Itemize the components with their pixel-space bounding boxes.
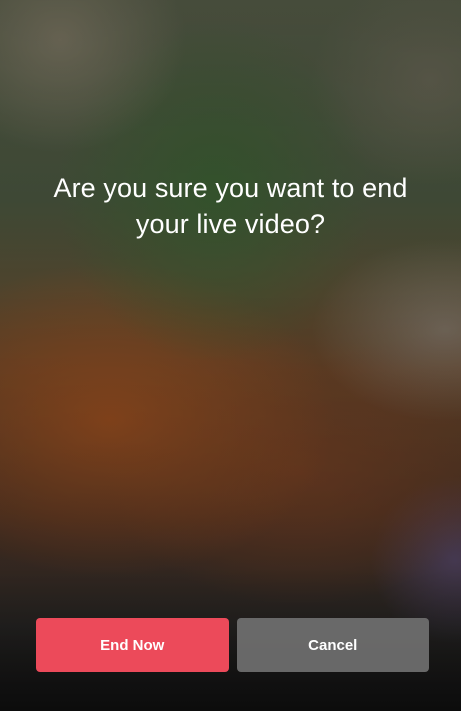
- end-live-confirmation-message: Are you sure you want to end your live v…: [53, 173, 408, 239]
- end-now-button[interactable]: End Now: [36, 618, 229, 672]
- end-live-video-screen: Are you sure you want to end your live v…: [0, 0, 461, 711]
- confirmation-actions: End Now Cancel: [36, 618, 429, 672]
- background-overlay: [0, 0, 461, 711]
- cancel-button[interactable]: Cancel: [236, 618, 429, 672]
